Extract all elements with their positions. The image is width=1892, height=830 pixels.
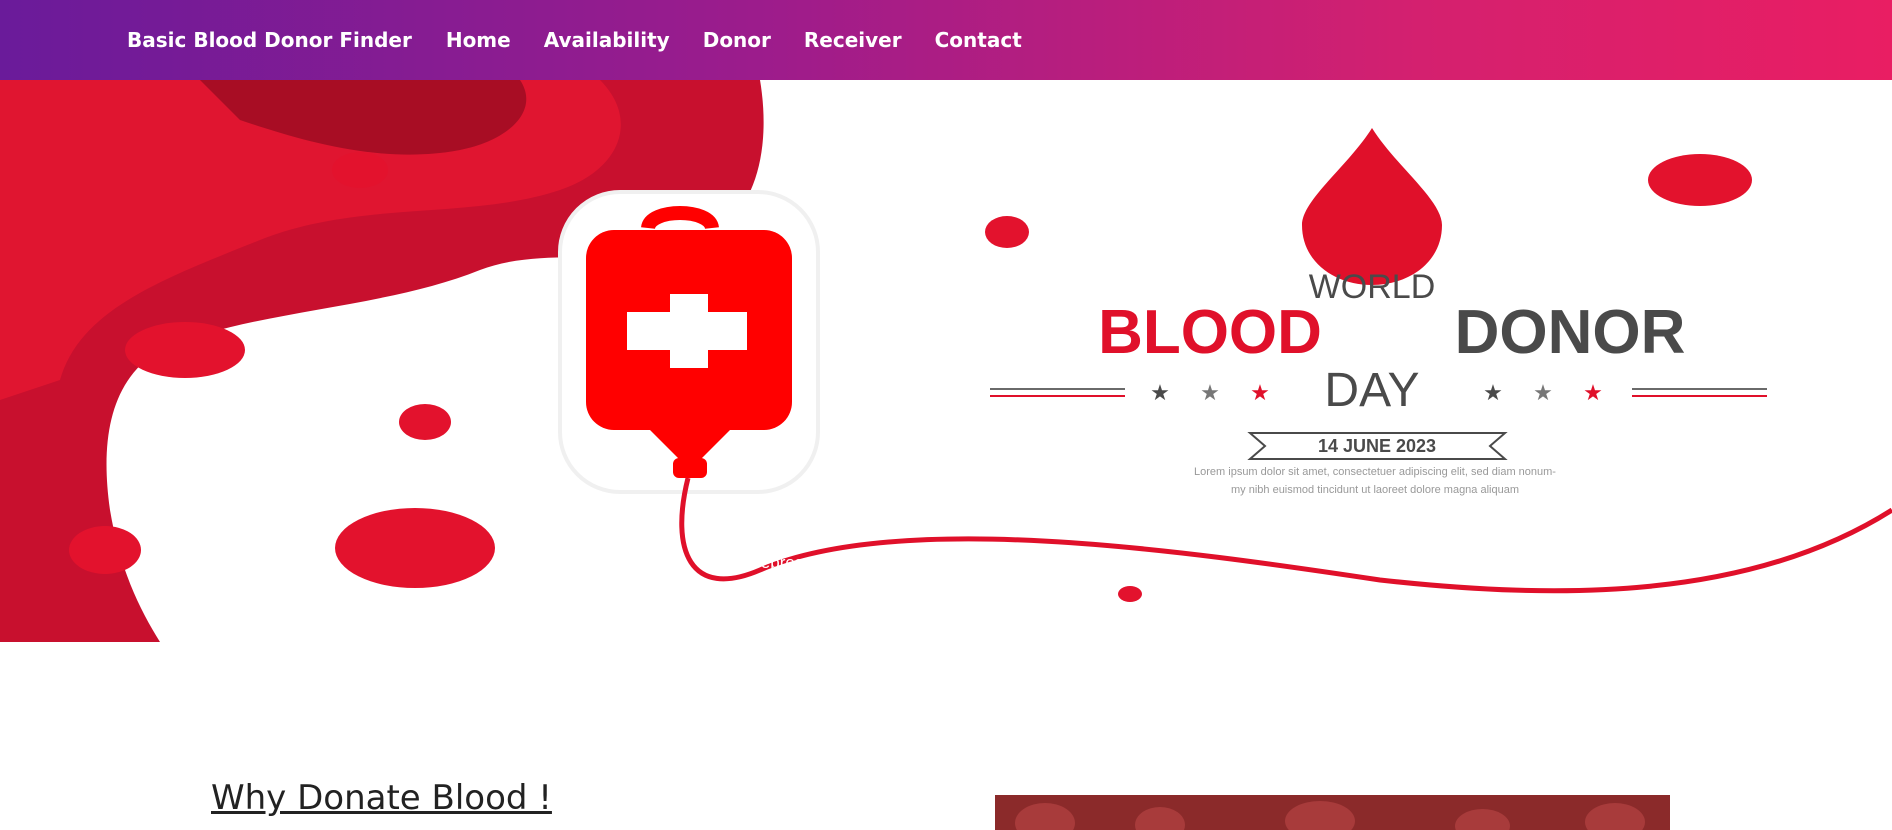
- nav-availability[interactable]: Availability: [544, 28, 670, 52]
- droplet: [985, 216, 1029, 248]
- nav-receiver[interactable]: Receiver: [804, 28, 902, 52]
- droplet: [125, 322, 245, 378]
- cross-horizontal: [627, 312, 747, 350]
- top-navbar: Basic Blood Donor Finder Home Availabili…: [0, 0, 1892, 80]
- chevron-left-icon: [120, 432, 146, 458]
- banner-world: WORLD: [1309, 268, 1436, 306]
- star-icon: ★: [1200, 381, 1220, 406]
- star-icon: ★: [1483, 381, 1503, 406]
- nav-home[interactable]: Home: [446, 28, 511, 52]
- droplet: [1118, 586, 1142, 602]
- lorem-line-1: Lorem ipsum dolor sit amet, consectetuer…: [1194, 466, 1556, 478]
- lorem-line-2: my nibh euismod tincidunt ut laoreet dol…: [1231, 484, 1519, 496]
- banner-donor: DONOR: [1455, 298, 1686, 367]
- blood-bag-tip: [673, 458, 707, 478]
- carousel-caption: Some representative placeholder content: [706, 553, 892, 572]
- banner-day: DAY: [1324, 364, 1419, 417]
- droplet: [69, 526, 141, 574]
- hero-carousel: WORLD BLOOD DONOR ★ ★ ★ DAY ★ ★ ★ 14 JUN…: [0, 80, 1892, 642]
- star-icon: ★: [1150, 381, 1170, 406]
- star-icon: ★: [1250, 381, 1270, 406]
- date-ribbon-text: 14 JUNE 2023: [1318, 436, 1436, 456]
- droplet: [1648, 154, 1752, 206]
- droplet: [335, 508, 495, 588]
- banner-blood: BLOOD: [1098, 298, 1322, 367]
- nav-contact[interactable]: Contact: [935, 28, 1022, 52]
- section-image: [995, 795, 1670, 830]
- brand-link[interactable]: Basic Blood Donor Finder: [127, 28, 412, 52]
- carousel-prev-button[interactable]: [118, 420, 148, 470]
- star-icon: ★: [1533, 381, 1553, 406]
- droplet: [332, 152, 388, 188]
- droplet: [399, 404, 451, 440]
- why-donate-heading: Why Donate Blood !: [211, 778, 552, 818]
- star-icon: ★: [1583, 381, 1603, 406]
- hero-banner-image: WORLD BLOOD DONOR ★ ★ ★ DAY ★ ★ ★ 14 JUN…: [0, 80, 1892, 642]
- nav-donor[interactable]: Donor: [703, 28, 771, 52]
